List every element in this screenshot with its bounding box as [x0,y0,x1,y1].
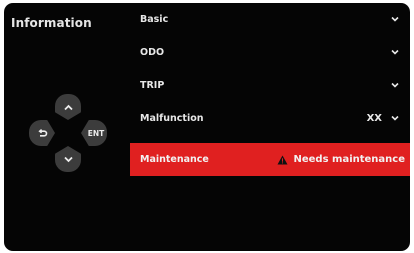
chevron-down-icon [63,156,73,162]
back-arrow-icon [37,128,47,137]
menu-item-label: Malfunction [140,113,204,124]
chevron-up-icon [63,104,73,110]
dpad-down-button[interactable] [55,146,81,172]
enter-label: ENT [87,128,105,138]
chevron-down-icon [391,115,399,121]
dpad-back-button[interactable] [29,120,55,146]
menu-item-label: ODO [140,47,165,58]
dpad-enter-button[interactable]: ENT [81,120,107,146]
menu-item-label: TRIP [140,80,165,91]
menu-item-malfunction[interactable]: Malfunction XX [130,102,410,135]
dpad-up-button[interactable] [55,94,81,120]
chevron-down-icon [391,16,399,22]
page-title: Information [11,16,92,30]
menu-item-maintenance[interactable]: Maintenance Needs maintenance [130,143,410,176]
malfunction-value: XX [366,113,382,124]
maintenance-status: Needs maintenance [277,154,406,165]
info-screen: Information ENT Basic ODO TRIP Malfuncti… [4,3,410,251]
menu-item-label: Maintenance [140,154,209,165]
status-text: Needs maintenance [293,154,406,165]
chevron-down-icon [391,49,399,55]
warning-icon [277,155,287,164]
chevron-down-icon [391,82,399,88]
dpad: ENT [24,89,134,189]
menu-list: Basic ODO TRIP Malfunction XX Maintenanc… [130,3,410,176]
menu-item-trip[interactable]: TRIP [130,69,410,102]
menu-item-basic[interactable]: Basic [130,3,410,36]
menu-item-odo[interactable]: ODO [130,36,410,69]
menu-item-label: Basic [140,14,169,25]
